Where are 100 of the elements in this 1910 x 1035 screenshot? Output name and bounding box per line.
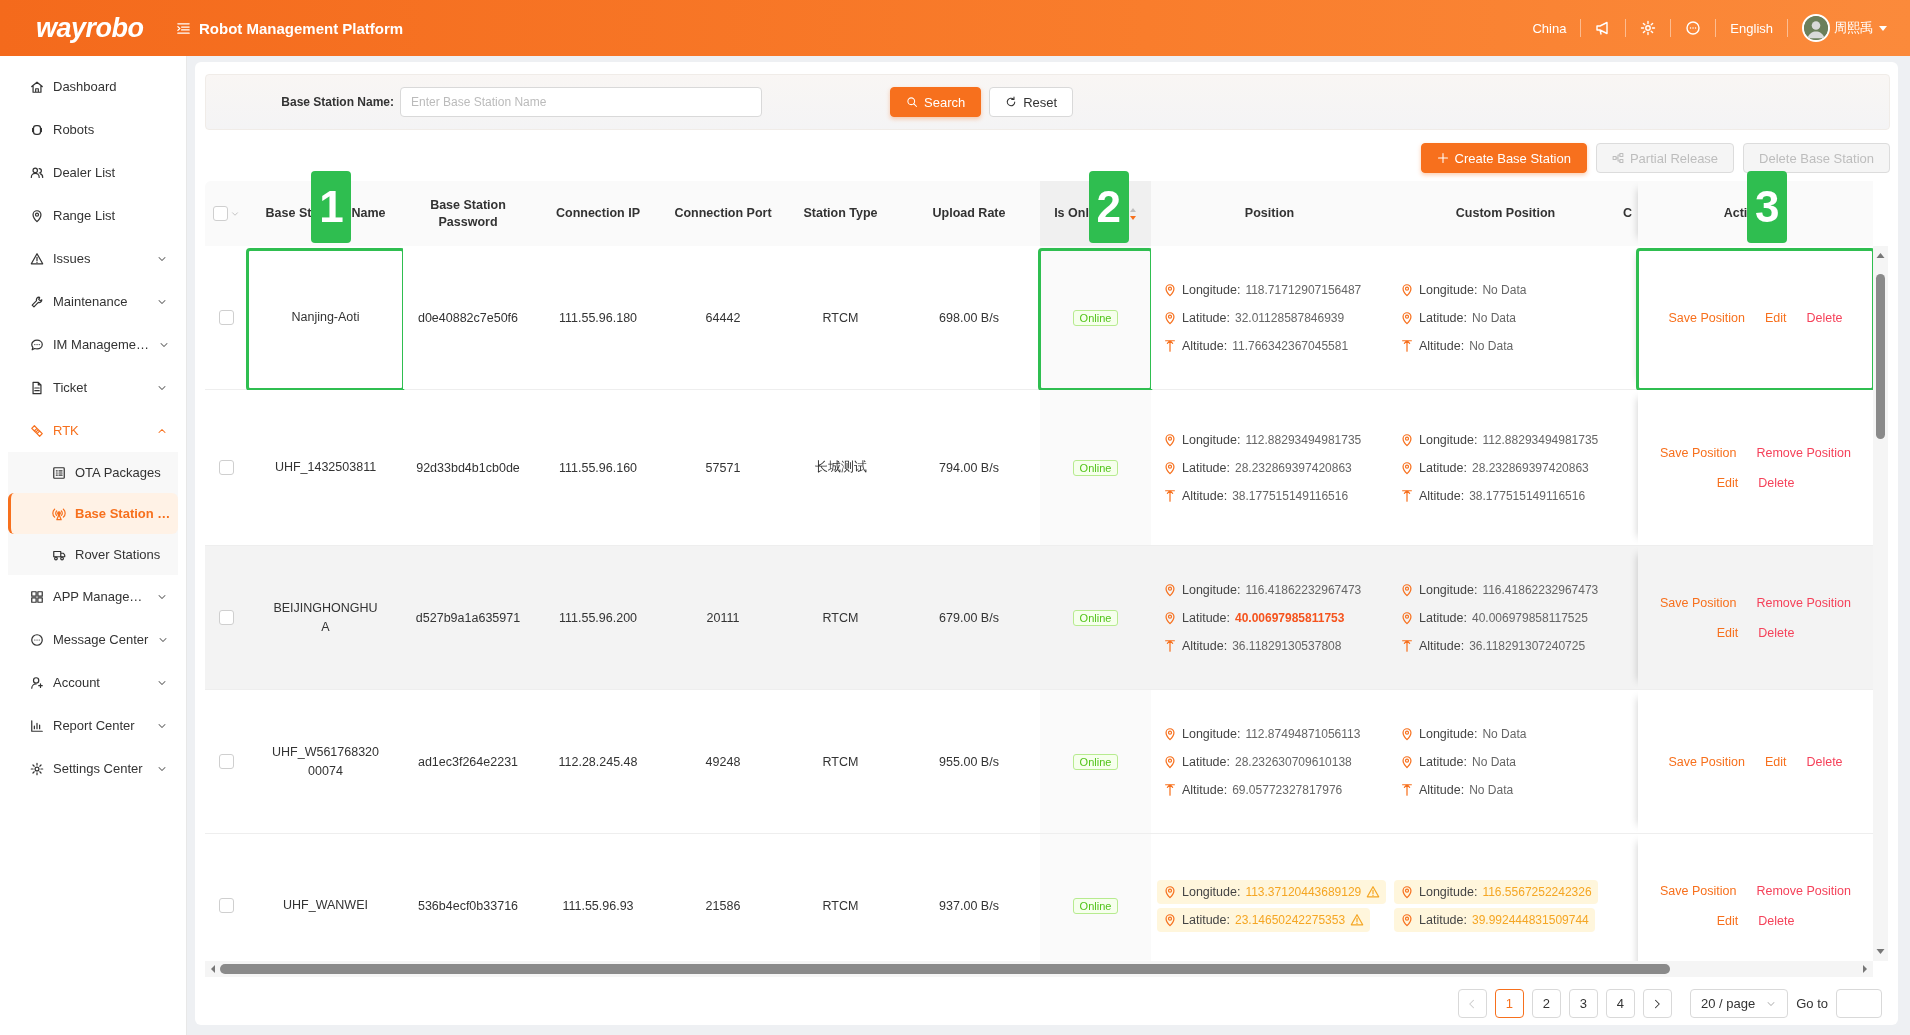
- coordinate-row: Latitude: 23.14650242275353: [1157, 907, 1371, 932]
- page-button[interactable]: 4: [1606, 989, 1635, 1018]
- region-selector[interactable]: China: [1532, 20, 1567, 36]
- vertical-scrollbar[interactable]: [1873, 246, 1888, 961]
- search-button[interactable]: Search: [890, 87, 982, 117]
- location-pin-icon: [1163, 310, 1177, 325]
- sidebar-item[interactable]: OTA Packages: [8, 452, 178, 493]
- create-button[interactable]: Create Base Station: [1420, 143, 1587, 173]
- coordinate-row: Latitude: 28.232869397420863: [1157, 455, 1358, 480]
- coordinate-row: Longitude: No Data: [1394, 277, 1533, 302]
- checkbox[interactable]: [219, 610, 234, 625]
- checkbox[interactable]: [213, 206, 228, 221]
- action-link[interactable]: Edit: [1716, 475, 1739, 490]
- sidebar-item[interactable]: Issues: [0, 237, 186, 280]
- altitude-icon: [1400, 638, 1414, 653]
- sidebar-item[interactable]: Maintenance: [0, 280, 186, 323]
- action-link[interactable]: Delete: [1806, 310, 1843, 325]
- action-link[interactable]: Delete: [1758, 475, 1795, 490]
- column-header: Connection IP: [556, 205, 640, 222]
- sidebar-item[interactable]: Report Center: [0, 704, 186, 747]
- checkbox[interactable]: [219, 754, 234, 769]
- coordinate-row: Altitude: 36.11829130537808: [1157, 633, 1348, 658]
- action-link[interactable]: Save Position: [1668, 310, 1745, 325]
- page-input-field[interactable]: [1836, 989, 1882, 1018]
- avatar[interactable]: [1802, 14, 1830, 42]
- sidebar-item[interactable]: Robots: [0, 108, 186, 151]
- sidebar-item[interactable]: Dashboard: [0, 65, 186, 108]
- sidebar-item[interactable]: Range List: [0, 194, 186, 237]
- table-cell: RTCM: [822, 310, 859, 325]
- status-tag: Online: [1072, 459, 1119, 476]
- table-cell: d527b9a1a635971: [415, 610, 521, 625]
- page-size-select[interactable]: 20 / page: [1690, 989, 1789, 1018]
- coordinate-row: Latitude: No Data: [1394, 749, 1522, 774]
- action-link[interactable]: Remove Position: [1756, 445, 1851, 460]
- sidebar-item[interactable]: Ticket: [0, 366, 186, 409]
- user-name[interactable]: 周熙禹: [1834, 19, 1873, 37]
- chat-icon: [30, 337, 44, 352]
- scrollbar-thumb[interactable]: [1876, 274, 1885, 439]
- sidebar-item[interactable]: Rover Stations: [8, 534, 178, 575]
- action-link[interactable]: Save Position: [1660, 595, 1737, 610]
- coordinate-row: Altitude: No Data: [1394, 333, 1520, 358]
- checkbox[interactable]: [219, 460, 234, 475]
- sidebar-item[interactable]: RTK: [0, 409, 186, 452]
- reset-button[interactable]: Reset: [989, 87, 1074, 117]
- action-link[interactable]: Save Position: [1660, 883, 1737, 898]
- sidebar-item[interactable]: Account: [0, 661, 186, 704]
- wrench-icon: [30, 294, 44, 309]
- status-tag: Online: [1072, 753, 1119, 770]
- column-header: Custom Position: [1455, 205, 1556, 222]
- scrollbar-thumb[interactable]: [220, 964, 1670, 974]
- grid-icon: [30, 589, 44, 604]
- action-link[interactable]: Delete: [1758, 625, 1795, 640]
- sidebar-item[interactable]: IM Manageme…: [0, 323, 186, 366]
- page-button[interactable]: 1: [1495, 989, 1524, 1018]
- horizontal-scrollbar[interactable]: [205, 961, 1873, 977]
- action-link[interactable]: Delete: [1758, 913, 1795, 928]
- menu-icon: [176, 20, 191, 36]
- table-cell: RTCM: [822, 898, 859, 913]
- action-link[interactable]: Delete: [1806, 754, 1843, 769]
- coordinate-row: Altitude: No Data: [1394, 777, 1520, 802]
- action-link[interactable]: Remove Position: [1756, 595, 1851, 610]
- sidebar-item[interactable]: Settings Center: [0, 747, 186, 790]
- action-link[interactable]: Save Position: [1668, 754, 1745, 769]
- page-button[interactable]: 2: [1532, 989, 1561, 1018]
- action-link[interactable]: Edit: [1764, 310, 1787, 325]
- chat-bubble-icon: [1685, 20, 1702, 36]
- table-cell-text: Nanjing-Aoti: [291, 309, 360, 327]
- action-link[interactable]: Edit: [1764, 754, 1787, 769]
- location-pin-icon: [1400, 432, 1414, 447]
- coordinate-row: Latitude: 28.232630709610138: [1157, 749, 1358, 774]
- name-input-field[interactable]: Enter Base Station Name: [400, 87, 762, 117]
- column-header: Station Type: [803, 205, 878, 222]
- language-selector[interactable]: English: [1730, 20, 1773, 36]
- sidebar-item[interactable]: Dealer List: [0, 151, 186, 194]
- branch-icon: [1611, 152, 1624, 164]
- action-link[interactable]: Edit: [1716, 913, 1739, 928]
- checkbox[interactable]: [219, 898, 234, 913]
- coordinate-row: Latitude: No Data: [1394, 305, 1522, 330]
- action-link[interactable]: Save Position: [1660, 445, 1737, 460]
- settings-icon: [1640, 20, 1657, 36]
- altitude-icon: [1400, 488, 1414, 503]
- app-title: Robot Management Platform: [199, 19, 404, 37]
- checkbox[interactable]: [219, 310, 234, 325]
- next-page-button[interactable]: [1643, 989, 1672, 1018]
- action-link[interactable]: Edit: [1716, 625, 1739, 640]
- sidebar-item[interactable]: APP Manage…: [0, 575, 186, 618]
- caret-down-icon[interactable]: [1878, 23, 1888, 33]
- page-button[interactable]: 3: [1569, 989, 1598, 1018]
- sidebar-item[interactable]: Message Center: [0, 618, 186, 661]
- table-cell: 111.55.96.200: [558, 610, 638, 625]
- coordinate-row: Longitude: 112.88293494981735: [1394, 427, 1605, 452]
- coordinate-row: Latitude: 39.992444831509744: [1394, 907, 1595, 932]
- status-tag: Online: [1072, 897, 1119, 914]
- action-link[interactable]: Remove Position: [1756, 883, 1851, 898]
- location-pin-icon: [1163, 610, 1177, 625]
- location-pin-icon: [1163, 460, 1177, 475]
- coordinate-row: Longitude: 113.37120443689129: [1157, 879, 1387, 904]
- coordinate-row: Longitude: 112.87494871056113: [1157, 721, 1367, 746]
- sidebar-item[interactable]: Base Station …: [8, 493, 178, 534]
- sort-icon[interactable]: [1128, 206, 1137, 221]
